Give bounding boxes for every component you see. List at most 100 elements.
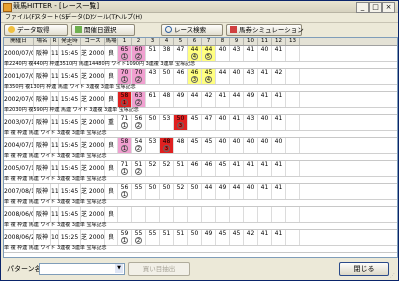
horse-cell: 61 bbox=[146, 92, 160, 107]
horse-score: 40 bbox=[246, 184, 255, 191]
menu-file[interactable]: ファイル(F) bbox=[5, 13, 37, 22]
race-table[interactable]: 開催日場名R発走時刻コース馬場12345678910111213 2000/07… bbox=[3, 37, 398, 258]
cell-date: 2007/08/17 bbox=[4, 184, 34, 199]
close-window-button[interactable]: × bbox=[382, 2, 395, 13]
table-row[interactable]: 2004/07/11阪神1115:45芝 2000良58154253483484… bbox=[4, 138, 397, 161]
column-header[interactable]: R bbox=[51, 38, 59, 45]
horse-cell: 50 bbox=[146, 115, 160, 130]
table-row[interactable]: 2003/07/13阪神1115:45芝 2000重71156250535034… bbox=[4, 115, 397, 138]
resize-grip-icon[interactable]: ⋰ bbox=[390, 273, 397, 279]
column-header[interactable]: 4 bbox=[160, 38, 174, 45]
horse-score: 40 bbox=[232, 138, 241, 145]
horse-cell: 49 bbox=[174, 92, 188, 107]
date-select-button[interactable]: 開催日選択 bbox=[71, 24, 135, 36]
horse-cell: 45 bbox=[188, 138, 202, 153]
horse-score: 42 bbox=[204, 92, 213, 99]
simulation-button[interactable]: 馬券シミュレーション bbox=[226, 24, 304, 36]
horse-cell bbox=[230, 207, 244, 222]
chevron-down-icon[interactable]: ▼ bbox=[115, 264, 123, 273]
horse-cell: 41 bbox=[272, 230, 286, 245]
column-header[interactable]: 9 bbox=[230, 38, 244, 45]
cell-course: 芝 2000 bbox=[81, 115, 105, 130]
horse-cell: 40 bbox=[258, 46, 272, 61]
column-header[interactable]: 場名 bbox=[34, 38, 51, 45]
finish-rank-badge: 1 bbox=[121, 191, 128, 198]
menu-tools[interactable]: ツール(T) bbox=[91, 13, 117, 22]
menu-start[interactable]: スタート(S) bbox=[35, 13, 68, 22]
finish-rank-badge: 1 bbox=[121, 99, 128, 106]
horse-score: 50 bbox=[162, 184, 171, 191]
column-header[interactable]: 11 bbox=[258, 38, 272, 45]
table-row[interactable]: 2007/08/17阪神1115:45芝 2000良56155505052504… bbox=[4, 184, 397, 207]
cell-place: 阪神 bbox=[34, 207, 51, 222]
table-row[interactable]: 2005/07/10阪神1115:45芝 2000良71151252525146… bbox=[4, 161, 397, 184]
horse-score: 48 bbox=[162, 138, 171, 145]
finish-rank-badge: 1 bbox=[121, 122, 128, 129]
race-search-button[interactable]: レース検索 bbox=[161, 24, 223, 36]
finish-rank-badge: 2 bbox=[135, 237, 142, 244]
menu-help[interactable]: ヘルプ(H) bbox=[115, 13, 142, 22]
cell-course: 芝 2000 bbox=[81, 92, 105, 107]
column-header[interactable]: 3 bbox=[146, 38, 160, 45]
horse-score: 51 bbox=[134, 161, 143, 168]
horse-score: 46 bbox=[204, 161, 213, 168]
cell-r: 11 bbox=[51, 69, 59, 84]
table-row[interactable]: 2008/06/21阪神1015:25芝 2000良59155255515150… bbox=[4, 230, 397, 253]
menu-bar: ファイル(F) スタート(S) データ(D) ツール(T) ヘルプ(H) bbox=[1, 13, 398, 23]
column-header[interactable]: 発走時刻 bbox=[59, 38, 81, 45]
horse-cell: 55 2 bbox=[132, 230, 146, 245]
cell-cond: 良 bbox=[105, 184, 118, 199]
horse-score: 43 bbox=[246, 115, 255, 122]
column-header[interactable]: 12 bbox=[272, 38, 286, 45]
extract-button[interactable]: 買い目抽出 bbox=[128, 262, 190, 276]
column-header[interactable]: 7 bbox=[202, 38, 216, 45]
horse-score: 44 bbox=[232, 92, 241, 99]
cell-r: 10 bbox=[51, 230, 59, 245]
payout-line: 単 複 枠連 馬連 ワイド 3連複 3連単 宝塚記念 bbox=[4, 199, 397, 207]
race-line: 2001/07/08阪神1115:45芝 2000良70170243504646… bbox=[4, 69, 397, 85]
column-header[interactable]: 1 bbox=[118, 38, 132, 45]
column-header[interactable]: コース bbox=[81, 38, 105, 45]
column-header[interactable]: 2 bbox=[132, 38, 146, 45]
table-row[interactable]: 2000/07/09阪神1115:45芝 2000良65160251384744… bbox=[4, 46, 397, 69]
column-header[interactable]: 開催日 bbox=[4, 38, 34, 45]
horse-cell: 45 bbox=[216, 161, 230, 176]
horse-score: 56 bbox=[134, 115, 143, 122]
horse-cell: 50 bbox=[188, 230, 202, 245]
horse-cell: 38 bbox=[160, 46, 174, 61]
column-header[interactable]: 8 bbox=[216, 38, 230, 45]
menu-data[interactable]: データ(D) bbox=[65, 13, 92, 22]
horse-cell: 48 bbox=[160, 92, 174, 107]
cell-cond: 良 bbox=[105, 92, 118, 107]
column-header[interactable]: 5 bbox=[174, 38, 188, 45]
column-header[interactable]: 10 bbox=[244, 38, 258, 45]
horse-cell: 41 bbox=[272, 115, 286, 130]
payout-line: 単 複 枠連 馬連 ワイド 3連複 3連単 宝塚記念 bbox=[4, 176, 397, 184]
horse-score: 49 bbox=[176, 92, 185, 99]
cell-date: 2004/07/11 bbox=[4, 138, 34, 153]
horse-cell: 51 bbox=[160, 230, 174, 245]
column-header[interactable]: 13 bbox=[286, 38, 300, 45]
table-row[interactable]: 2001/07/08阪神1115:45芝 2000良70170243504646… bbox=[4, 69, 397, 92]
horse-cell: 49 bbox=[244, 92, 258, 107]
column-header[interactable]: 馬場 bbox=[105, 38, 118, 45]
table-row[interactable]: 2008/06/08阪神1115:45芝 2000良単 複 枠連 馬連 ワイド … bbox=[4, 207, 397, 230]
horse-cell: 45 bbox=[230, 230, 244, 245]
horse-score: 51 bbox=[176, 230, 185, 237]
horse-cell: 70 2 bbox=[132, 69, 146, 84]
close-button[interactable]: 閉じる bbox=[339, 262, 389, 276]
column-header[interactable]: 6 bbox=[188, 38, 202, 45]
horse-cell: 45 bbox=[188, 115, 202, 130]
horse-cell: 51 bbox=[146, 46, 160, 61]
pattern-combo[interactable] bbox=[39, 263, 125, 275]
horse-cell bbox=[286, 138, 300, 153]
table-row[interactable]: 2002/07/07阪神1115:45芝 2000良58163261484944… bbox=[4, 92, 397, 115]
finish-rank-badge: 2 bbox=[135, 53, 142, 60]
finish-rank-badge: 1 bbox=[121, 237, 128, 244]
data-fetch-button[interactable]: データ取得 bbox=[4, 24, 68, 36]
maximize-button[interactable]: □ bbox=[369, 2, 382, 13]
minimize-button[interactable]: _ bbox=[356, 2, 369, 13]
app-window: 競馬HITTER - [レース一覧] _ □ × ファイル(F) スタート(S)… bbox=[0, 0, 399, 281]
date-select-label: 開催日選択 bbox=[84, 26, 117, 34]
horse-cell: 40 bbox=[216, 138, 230, 153]
